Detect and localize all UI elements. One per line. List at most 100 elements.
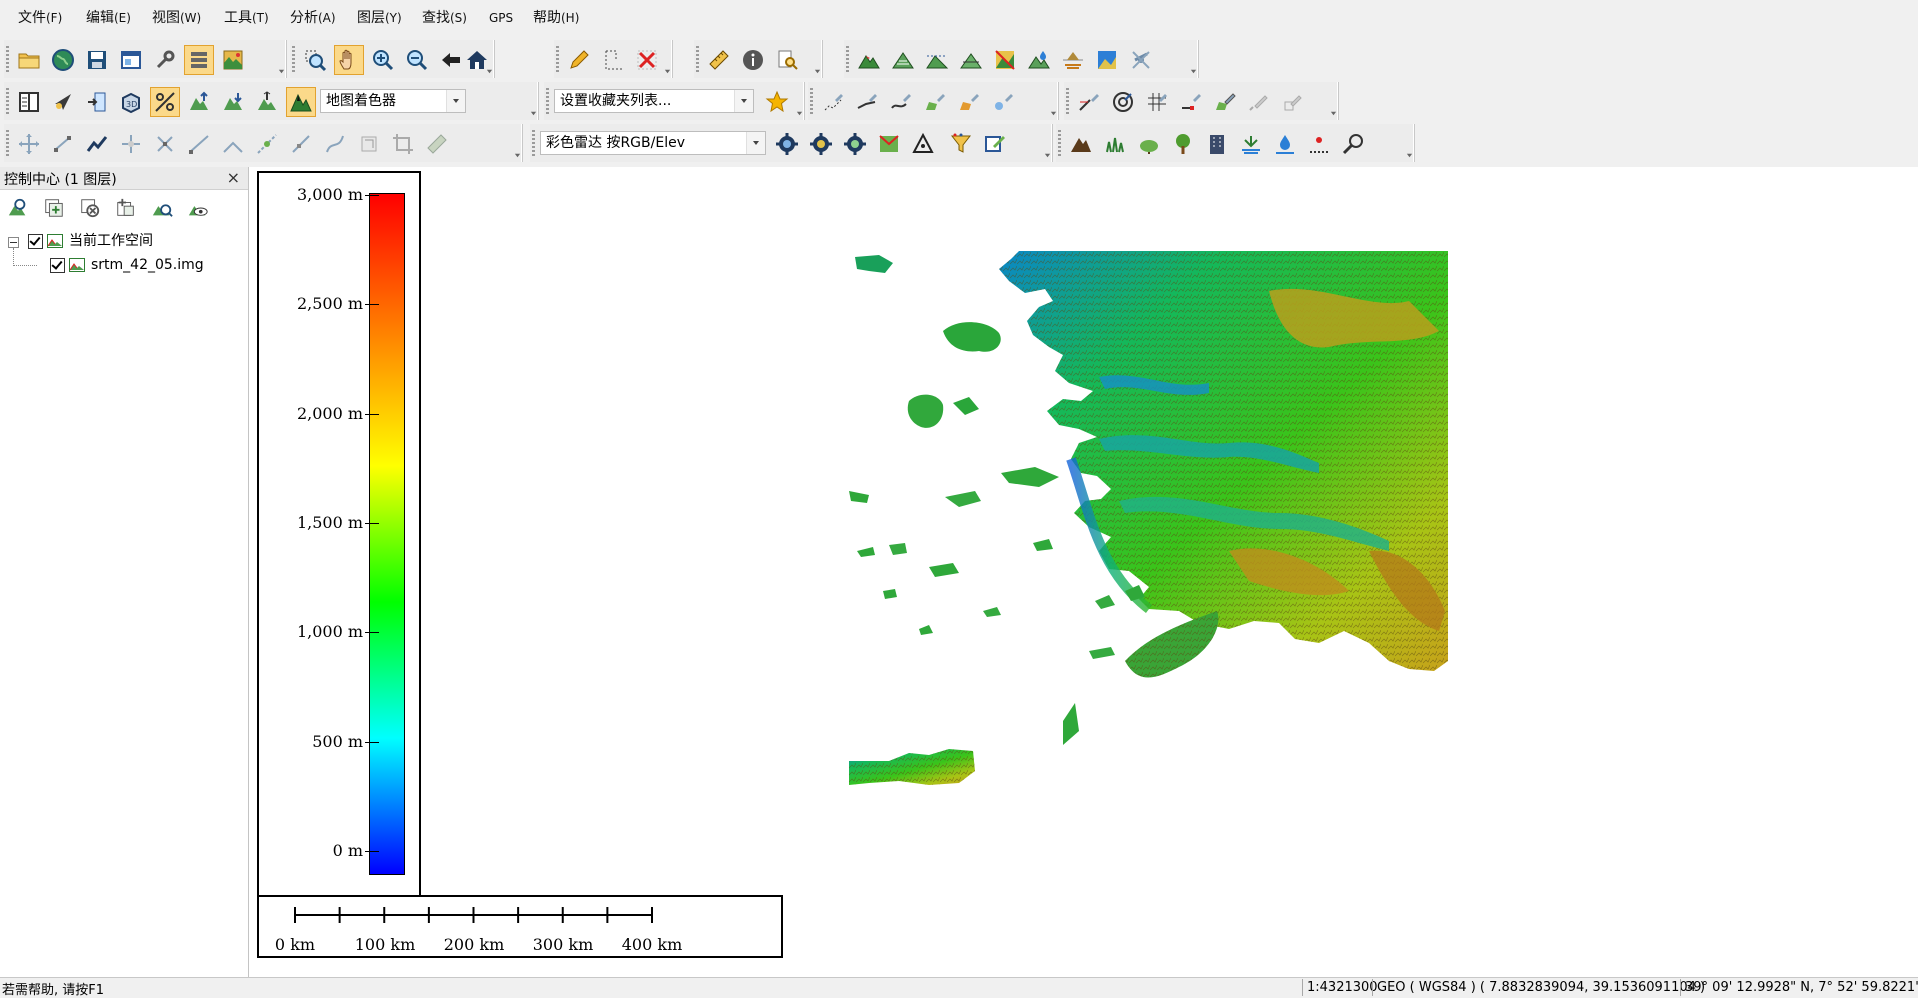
view-shed-icon[interactable] xyxy=(874,129,904,159)
edit-map-icon[interactable] xyxy=(980,129,1010,159)
bookmark-select[interactable]: 设置收藏夹列表... xyxy=(554,89,754,113)
rotate-feature-icon[interactable] xyxy=(48,129,78,159)
menu-help[interactable]: 帮助(H) xyxy=(533,8,579,28)
3d-view-icon[interactable]: 3D xyxy=(116,87,146,117)
draw-points-icon[interactable] xyxy=(818,87,848,117)
map-view[interactable]: 3,000 m 2,500 m 2,000 m 1,500 m 1,000 m … xyxy=(249,167,1918,977)
ruler-disabled-icon[interactable] xyxy=(422,129,452,159)
search-doc-icon[interactable] xyxy=(772,45,802,75)
terrain-view-icon[interactable] xyxy=(922,45,952,75)
terrain-profile-icon[interactable] xyxy=(1058,45,1088,75)
menu-view[interactable]: 视图(W) xyxy=(152,8,201,28)
menu-layer[interactable]: 图层(Y) xyxy=(357,8,402,28)
crop-icon[interactable] xyxy=(388,129,418,159)
disable-gps-icon[interactable] xyxy=(1126,45,1156,75)
radar-gear-3-icon[interactable] xyxy=(840,129,870,159)
terrain-red-icon[interactable] xyxy=(854,45,884,75)
draw-buffer-icon[interactable] xyxy=(988,87,1018,117)
grass-icon[interactable] xyxy=(1100,129,1130,159)
menu-search[interactable]: 查找(S) xyxy=(422,8,467,28)
image-layer-icon[interactable] xyxy=(1092,45,1122,75)
zoom-box-icon[interactable] xyxy=(300,45,330,75)
sun-direction-icon[interactable] xyxy=(48,87,78,117)
radar-gear-icon[interactable] xyxy=(772,129,802,159)
snap-vertex-icon[interactable] xyxy=(252,129,282,159)
terrain-contour-icon[interactable] xyxy=(888,45,918,75)
draw-line-icon[interactable] xyxy=(852,87,882,117)
triangle-icon[interactable] xyxy=(908,129,938,159)
draw-curve-icon[interactable] xyxy=(886,87,916,117)
zoom-in-icon[interactable] xyxy=(368,45,398,75)
building-icon[interactable] xyxy=(1202,129,1232,159)
hillshade-icon[interactable] xyxy=(286,87,316,117)
terrain-shade-icon[interactable] xyxy=(990,45,1020,75)
ruler-icon[interactable] xyxy=(704,45,734,75)
radar-select[interactable]: 彩色雷达 按RGB/Elev xyxy=(540,131,766,155)
layer-add-icon[interactable] xyxy=(40,194,68,222)
workspace-checkbox[interactable] xyxy=(28,233,43,249)
boundary-dots-icon[interactable] xyxy=(1304,129,1334,159)
map-frame-icon[interactable] xyxy=(218,45,248,75)
config-window-icon[interactable] xyxy=(116,45,146,75)
select-area-icon[interactable] xyxy=(598,45,628,75)
layer-search-icon[interactable] xyxy=(148,194,176,222)
globe-icon[interactable] xyxy=(48,45,78,75)
smooth-line-icon[interactable] xyxy=(320,129,350,159)
tree-icon[interactable] xyxy=(1168,129,1198,159)
join-lines-icon[interactable] xyxy=(286,129,316,159)
draw-area-green-icon[interactable] xyxy=(920,87,950,117)
reshape-disabled-icon[interactable] xyxy=(1278,87,1308,117)
grid-tool-icon[interactable] xyxy=(1142,87,1172,117)
close-icon[interactable]: × xyxy=(227,168,240,187)
menu-edit[interactable]: 编辑(E) xyxy=(86,8,131,28)
edit-disabled-icon[interactable] xyxy=(1244,87,1274,117)
elevation-up-icon[interactable] xyxy=(184,87,214,117)
move-feature-icon[interactable] xyxy=(116,129,146,159)
star-icon[interactable] xyxy=(762,87,792,117)
move-vertex-icon[interactable] xyxy=(14,129,44,159)
terrain-volume-icon[interactable] xyxy=(956,45,986,75)
menu-gps[interactable]: GPS xyxy=(489,8,513,28)
layer-remove-icon[interactable] xyxy=(76,194,104,222)
delete-x-icon[interactable] xyxy=(632,45,662,75)
find-tool-icon[interactable] xyxy=(1338,129,1368,159)
menu-file[interactable]: 文件(F) xyxy=(18,8,62,28)
zoom-out-icon[interactable] xyxy=(402,45,432,75)
split-view-icon[interactable] xyxy=(14,87,44,117)
draw-area-orange-icon[interactable] xyxy=(954,87,984,117)
feature-edit-icon[interactable] xyxy=(1210,87,1240,117)
layer-visibility-icon[interactable] xyxy=(184,194,212,222)
layer-zoom-icon[interactable] xyxy=(4,194,32,222)
open-folder-icon[interactable] xyxy=(14,45,44,75)
workspace-node[interactable]: 当前工作空间 xyxy=(28,231,153,251)
digitize-icon[interactable] xyxy=(1074,87,1104,117)
split-line-icon[interactable] xyxy=(82,129,112,159)
layers-icon[interactable] xyxy=(184,45,214,75)
layer-node[interactable]: srtm_42_05.img xyxy=(50,255,204,275)
pencil-icon[interactable] xyxy=(564,45,594,75)
lighting-icon[interactable] xyxy=(82,87,112,117)
water-drop-icon[interactable] xyxy=(1270,129,1300,159)
radar-gear-2-icon[interactable] xyxy=(806,129,836,159)
line-tool-icon[interactable] xyxy=(184,129,214,159)
collapse-toggle[interactable] xyxy=(8,237,19,248)
connect-lines-icon[interactable] xyxy=(218,129,248,159)
elevation-down-icon[interactable] xyxy=(218,87,248,117)
shader-select[interactable]: 地图着色器 xyxy=(320,89,466,113)
slope-icon[interactable] xyxy=(150,87,180,117)
info-icon[interactable] xyxy=(738,45,768,75)
layer-checkbox[interactable] xyxy=(50,257,65,273)
area-tool-icon[interactable] xyxy=(354,129,384,159)
mountain-icon[interactable] xyxy=(1066,129,1096,159)
menu-analysis[interactable]: 分析(A) xyxy=(290,8,336,28)
scale-feature-icon[interactable] xyxy=(150,129,180,159)
vertical-exaggeration-icon[interactable] xyxy=(252,87,282,117)
shrub-icon[interactable] xyxy=(1134,129,1164,159)
save-icon[interactable] xyxy=(82,45,112,75)
terrain-water-icon[interactable] xyxy=(1024,45,1054,75)
target-icon[interactable] xyxy=(1108,87,1138,117)
filter-funnel-icon[interactable] xyxy=(946,129,976,159)
wrench-icon[interactable] xyxy=(150,45,180,75)
vertex-edit-icon[interactable] xyxy=(1176,87,1206,117)
pan-hand-icon[interactable] xyxy=(334,45,364,75)
